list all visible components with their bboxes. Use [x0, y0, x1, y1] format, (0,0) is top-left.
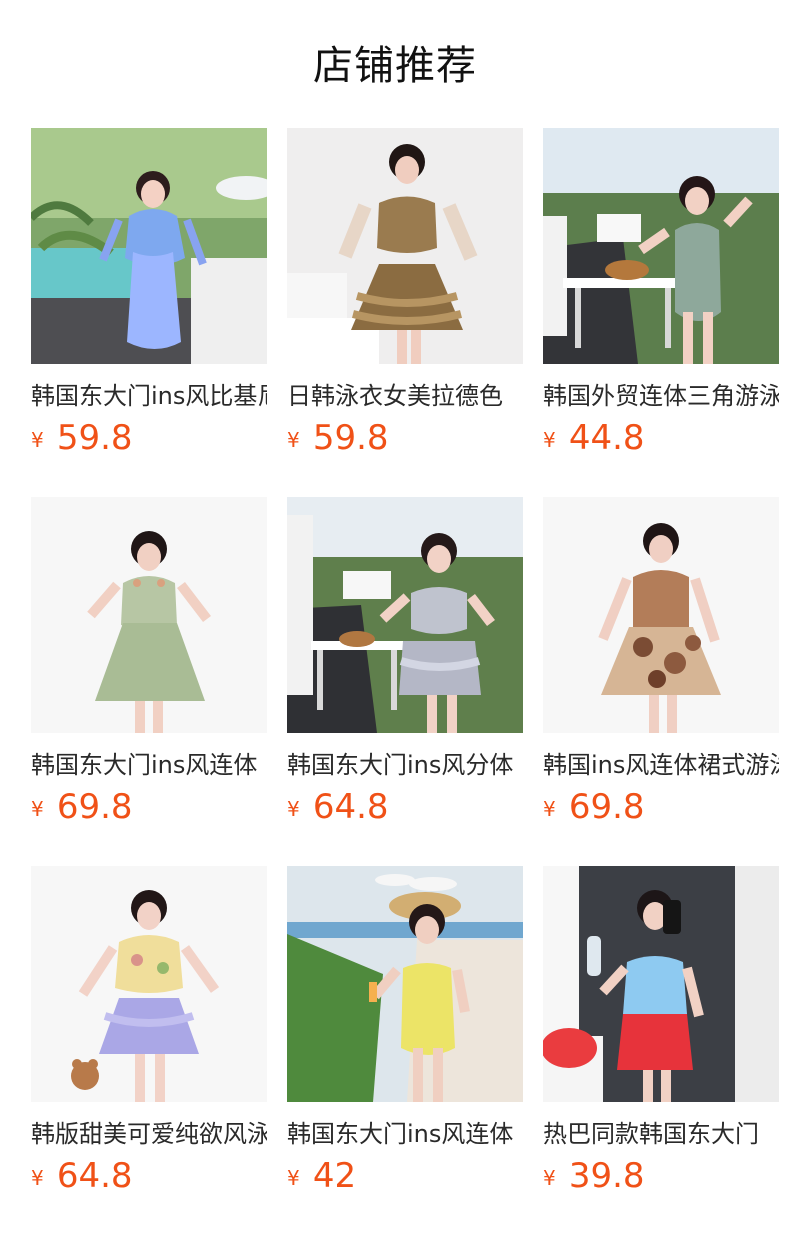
price-value: 39.8: [568, 1156, 645, 1196]
store-recommendations-page: 店铺推荐 韩国东大门ins风比基尼 ¥ 59.8 日韩泳衣女美拉德色 ¥ 59.…: [0, 0, 790, 1236]
product-name[interactable]: 韩国外贸连体三角游泳衣: [543, 380, 779, 412]
price-value: 64.8: [312, 787, 389, 827]
product-name[interactable]: 韩版甜美可爱纯欲风泳衣: [31, 1118, 267, 1150]
product-price: ¥ 42: [287, 1154, 356, 1198]
product-image[interactable]: [543, 128, 779, 364]
product-image[interactable]: [287, 497, 523, 733]
product-image[interactable]: [31, 128, 267, 364]
product-name[interactable]: 韩国东大门ins风连体: [287, 1118, 523, 1150]
product-card[interactable]: 韩国东大门ins风比基尼 ¥ 59.8: [31, 128, 267, 497]
product-price: ¥ 69.8: [543, 785, 645, 829]
currency-symbol: ¥: [31, 797, 44, 821]
product-image[interactable]: [543, 866, 779, 1102]
currency-symbol: ¥: [543, 1166, 556, 1190]
product-card[interactable]: 韩国外贸连体三角游泳衣 ¥ 44.8: [543, 128, 779, 497]
product-name[interactable]: 热巴同款韩国东大门: [543, 1118, 779, 1150]
currency-symbol: ¥: [287, 1166, 300, 1190]
currency-symbol: ¥: [287, 797, 300, 821]
currency-symbol: ¥: [287, 428, 300, 452]
price-value: 64.8: [56, 1156, 133, 1196]
product-image[interactable]: [287, 866, 523, 1102]
page-title: 店铺推荐: [313, 43, 477, 89]
product-image[interactable]: [287, 128, 523, 364]
product-name[interactable]: 韩国东大门ins风连体: [31, 749, 267, 781]
product-card[interactable]: 日韩泳衣女美拉德色 ¥ 59.8: [287, 128, 523, 497]
currency-symbol: ¥: [31, 428, 44, 452]
product-price: ¥ 64.8: [287, 785, 389, 829]
price-value: 59.8: [56, 418, 133, 458]
currency-symbol: ¥: [31, 1166, 44, 1190]
price-value: 59.8: [312, 418, 389, 458]
product-price: ¥ 69.8: [31, 785, 133, 829]
product-image[interactable]: [543, 497, 779, 733]
product-price: ¥ 44.8: [543, 416, 645, 460]
product-card[interactable]: 热巴同款韩国东大门 ¥ 39.8: [543, 866, 779, 1235]
product-price: ¥ 59.8: [287, 416, 389, 460]
product-card[interactable]: 韩国东大门ins风连体 ¥ 42: [287, 866, 523, 1235]
product-price: ¥ 59.8: [31, 416, 133, 460]
price-value: 69.8: [56, 787, 133, 827]
currency-symbol: ¥: [543, 797, 556, 821]
product-card[interactable]: 韩国ins风连体裙式游泳衣 ¥ 69.8: [543, 497, 779, 866]
product-name[interactable]: 韩国东大门ins风比基尼: [31, 380, 267, 412]
price-value: 44.8: [568, 418, 645, 458]
currency-symbol: ¥: [543, 428, 556, 452]
product-card[interactable]: 韩国东大门ins风连体 ¥ 69.8: [31, 497, 267, 866]
product-card[interactable]: 韩国东大门ins风分体 ¥ 64.8: [287, 497, 523, 866]
product-name[interactable]: 韩国ins风连体裙式游泳衣: [543, 749, 779, 781]
product-image[interactable]: [31, 497, 267, 733]
product-price: ¥ 39.8: [543, 1154, 645, 1198]
product-price: ¥ 64.8: [31, 1154, 133, 1198]
product-card[interactable]: 韩版甜美可爱纯欲风泳衣 ¥ 64.8: [31, 866, 267, 1235]
product-image[interactable]: [31, 866, 267, 1102]
product-name[interactable]: 日韩泳衣女美拉德色: [287, 380, 523, 412]
price-value: 69.8: [568, 787, 645, 827]
price-value: 42: [312, 1156, 357, 1196]
product-name[interactable]: 韩国东大门ins风分体: [287, 749, 523, 781]
product-grid: 韩国东大门ins风比基尼 ¥ 59.8 日韩泳衣女美拉德色 ¥ 59.8 韩国外…: [31, 128, 779, 1235]
